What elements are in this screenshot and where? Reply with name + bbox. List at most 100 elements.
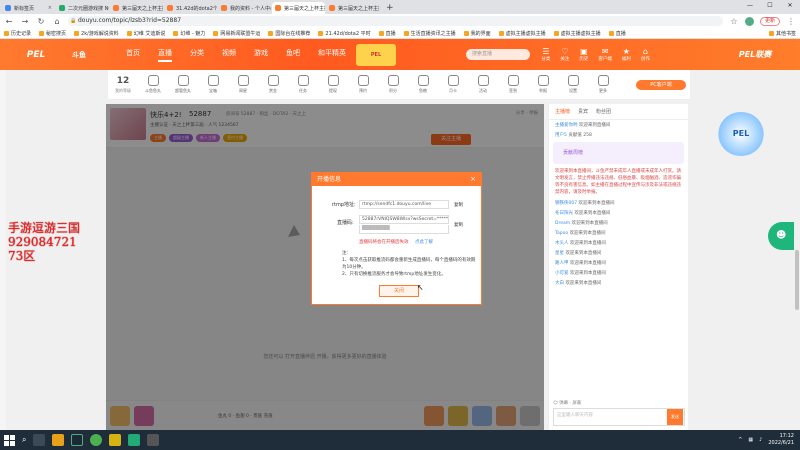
chat-tab[interactable]: 粉丝团 [596, 108, 611, 115]
chat-message[interactable]: 木头人 欢迎来到本直播间 [549, 238, 688, 248]
key-field[interactable]: 52887rVNIQSW8Wlsv?wsSecret=*********** [359, 215, 449, 224]
level-indicator[interactable]: 12 我的等级 [108, 76, 138, 94]
app-icon[interactable] [109, 434, 122, 446]
chat-input[interactable]: 这里输入聊天内容 [553, 408, 685, 426]
event-promo-icon[interactable]: PEL [718, 112, 764, 156]
tab-close-icon[interactable]: × [48, 5, 52, 11]
browser-tab[interactable]: 31.42d的dota2个性× [164, 2, 217, 14]
chat-user[interactable]: 小可爱 [555, 271, 569, 276]
bookmark-item[interactable]: 直播 [609, 30, 626, 37]
menu-icon[interactable]: ⋮ [786, 17, 796, 26]
forward-icon[interactable]: → [20, 17, 30, 26]
close-dialog-button[interactable]: 关闭 [379, 285, 419, 297]
strip-item[interactable]: 活动 [472, 75, 494, 94]
bookmark-item[interactable]: 生活直播资讯之主播 [404, 30, 456, 37]
new-tab-button[interactable]: + [380, 2, 400, 14]
strip-item[interactable]: 鱼粮 [412, 75, 434, 94]
browser-tab[interactable]: 第三届天之上杯主播联赛× [326, 2, 379, 14]
strip-item[interactable]: 更多 [592, 75, 614, 94]
rank-row[interactable]: 用户5 贡献值 258 [549, 130, 688, 140]
page-scrollbar[interactable] [794, 70, 800, 430]
chat-message[interactable]: 大白 欢迎来到本直播间 [549, 278, 688, 288]
chat-message[interactable]: 星星 欢迎来到本直播间 [549, 248, 688, 258]
close-window-icon[interactable]: ✕ [780, 0, 800, 12]
browser-tab[interactable]: 第三届天之上杯主播联赛× [110, 2, 163, 14]
update-button[interactable]: 更新 [759, 16, 780, 26]
maximize-icon[interactable]: ☐ [760, 0, 780, 12]
search-icon[interactable]: ⌕ [520, 51, 523, 59]
strip-item[interactable]: 任务 [292, 75, 314, 94]
chat-user[interactable]: 冬日阳光 [555, 211, 573, 216]
bookmark-other[interactable]: 其他书签 [769, 30, 796, 37]
strip-item[interactable]: 赏金 [262, 75, 284, 94]
strip-item[interactable]: 签到 [502, 75, 524, 94]
nav-item[interactable]: 视频 [222, 48, 236, 62]
chat-message[interactable]: 小可爱 欢迎来到本直播间 [549, 268, 688, 278]
douyu-logo[interactable]: 斗鱼 [72, 50, 112, 60]
nav-item[interactable]: 游戏 [254, 48, 268, 62]
header-icon-item[interactable]: ♡ 关注 [560, 47, 569, 62]
chat-user[interactable]: Tapoo [555, 231, 568, 236]
chat-user[interactable]: 钢铁侠007 [555, 201, 577, 206]
strip-item[interactable]: 月卡 [442, 75, 464, 94]
strip-item[interactable]: 斗鱼鱼丸 [142, 75, 164, 94]
strip-item[interactable]: 提现 [322, 75, 344, 94]
start-icon[interactable] [4, 434, 15, 446]
scroll-thumb[interactable] [795, 250, 799, 310]
search-taskbar-icon[interactable]: ⌕ [22, 435, 26, 445]
bookmark-item[interactable]: 秘密搜页 [39, 30, 66, 37]
browser-tab[interactable]: 二次元圈游戏搜 NGA玩家社区× [56, 2, 109, 14]
back-icon[interactable]: ← [4, 17, 14, 26]
clock[interactable]: 17:12 2022/6/21 [768, 433, 794, 447]
chat-user[interactable]: 木头人 [555, 241, 569, 246]
profile-avatar[interactable] [744, 16, 754, 26]
strip-item[interactable]: 设置 [562, 75, 584, 94]
bookmark-item[interactable]: 直播 [379, 30, 396, 37]
bookmark-item[interactable]: 历史记录 [4, 30, 31, 37]
bookmark-item[interactable]: 21.42d/dota2 平时 [318, 30, 370, 37]
nav-item[interactable]: 首页 [126, 48, 140, 62]
chat-user[interactable]: Dream [555, 221, 570, 226]
pel-logo[interactable]: PEL [0, 39, 72, 70]
chat-message[interactable]: 钢铁侠007 欢迎来到本直播间 [549, 198, 688, 208]
steam-icon[interactable] [71, 434, 84, 446]
bookmark-item[interactable]: 虚拟主播虚拟主播 [499, 30, 546, 37]
nav-item[interactable]: 直播 [158, 48, 172, 62]
bookmark-item[interactable]: 幻维 艾迪斯说 [127, 30, 166, 37]
header-icon-item[interactable]: ▣ 历史 [579, 47, 588, 62]
event-banner[interactable]: PEL [356, 43, 396, 66]
nav-item[interactable]: 鱼吧 [286, 48, 300, 62]
chat-message[interactable]: 路人甲 欢迎来到本直播间 [549, 258, 688, 268]
chat-user[interactable]: 路人甲 [555, 261, 569, 266]
app3-icon[interactable] [147, 434, 160, 446]
chrome-icon[interactable] [90, 434, 103, 446]
star-icon[interactable]: ☆ [729, 17, 739, 26]
chat-tab[interactable]: 主播榜 [555, 108, 570, 115]
browser-tab[interactable]: 新标签页 × [2, 2, 55, 14]
bookmark-item[interactable]: 虚拟主播虚拟主播 [554, 30, 601, 37]
bookmark-item[interactable]: 2k/游戏解说资料 [74, 30, 119, 37]
nav-item[interactable]: 和平精英 [318, 48, 346, 62]
weekly-rank[interactable]: 贡献周榜 [553, 142, 684, 164]
rank-row[interactable]: 主播爱你哟 欢迎来到直播间 [549, 120, 688, 130]
chat-message[interactable]: 冬日阳光 欢迎来到本直播间 [549, 208, 688, 218]
volume-icon[interactable]: ♪ [759, 437, 762, 443]
chat-user[interactable]: 大白 [555, 281, 564, 286]
browser-tab[interactable]: 第三届天之上杯主播联赛× [272, 2, 325, 14]
bookmark-item[interactable]: 网易新闻联盟牛运 [213, 30, 260, 37]
close-icon[interactable]: × [470, 173, 476, 186]
strip-item[interactable]: 举报 [532, 75, 554, 94]
chat-user[interactable]: 星星 [555, 251, 564, 256]
nav-item[interactable]: 分类 [190, 48, 204, 62]
header-icon-item[interactable]: ★ 福利 [622, 47, 631, 62]
send-button[interactable]: 发送 [667, 409, 683, 425]
header-icon-item[interactable]: ☰ 分类 [541, 47, 550, 62]
chat-tab[interactable]: 贵宾 [578, 108, 588, 115]
strip-item[interactable]: 预约 [352, 75, 374, 94]
header-icon-item[interactable]: ✉ 客户端 [598, 47, 612, 62]
chat-tools-label[interactable]: ☺ 弹幕 · 屏蔽 [553, 400, 581, 406]
rtmp-field[interactable]: rtmp://sendfc1.douyu.com/live [359, 200, 449, 209]
strip-item[interactable]: 超管鱼丸 [172, 75, 194, 94]
strip-item[interactable]: 宝箱 [202, 75, 224, 94]
chat-message[interactable]: Dream 欢迎来到本直播间 [549, 218, 688, 228]
